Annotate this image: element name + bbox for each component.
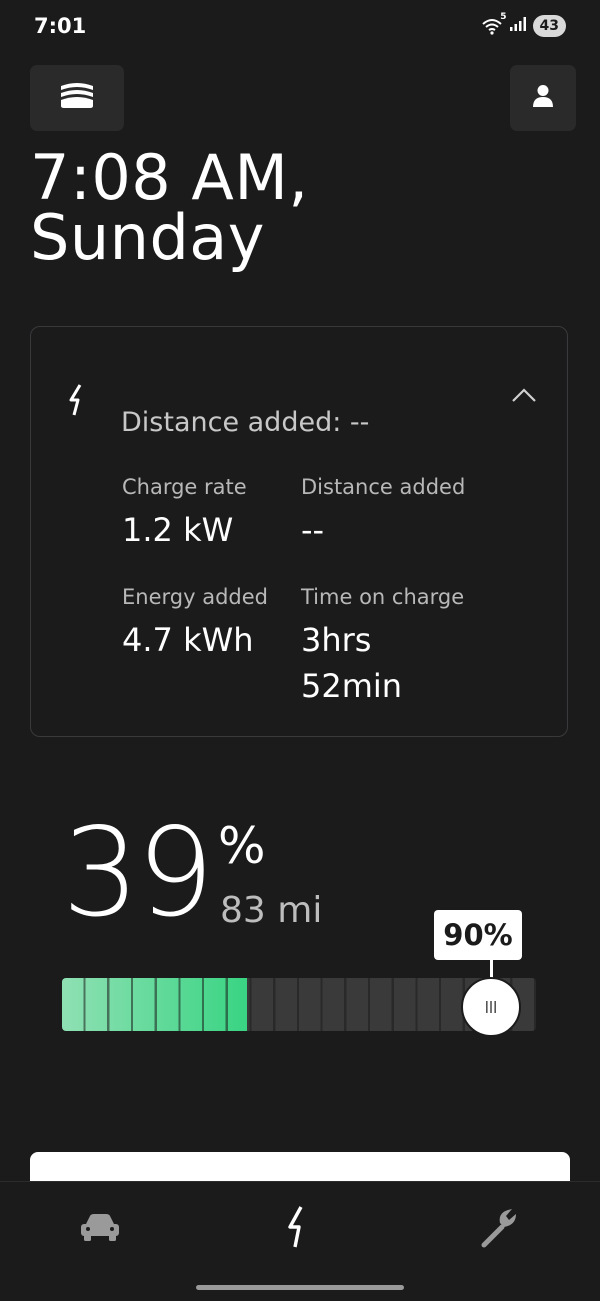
cellular-signal-icon — [509, 16, 527, 36]
wifi-badge: 5 — [500, 12, 507, 22]
lightning-bolt-icon — [67, 383, 93, 421]
tab-charging[interactable] — [270, 1204, 330, 1254]
charge-rate-value: 1.2 kW — [122, 511, 234, 549]
time-on-charge-minutes: 52min — [301, 667, 403, 705]
distance-added-summary: Distance added: -- — [121, 407, 370, 438]
time-on-charge-metric: Time on charge 3hrs 52min — [301, 583, 521, 709]
status-time: 7:01 — [34, 14, 87, 38]
distance-added-label: Distance added — [301, 475, 466, 499]
distance-added-metric: Distance added -- — [301, 473, 465, 553]
charge-limit-slider-handle[interactable] — [461, 977, 521, 1037]
headline-time: 7:08 AM, — [30, 141, 309, 214]
status-bar: 7:01 5 43 — [0, 0, 600, 56]
car-icon — [78, 1212, 122, 1246]
wifi-icon: 5 — [481, 12, 507, 35]
time-on-charge-hours: 3hrs — [301, 621, 372, 659]
battery-percent: 39 — [62, 802, 214, 944]
percent-sign: % — [218, 817, 266, 875]
grip-lines-icon — [484, 998, 498, 1017]
profile-button[interactable] — [510, 65, 576, 131]
page-title: 7:08 AM, Sunday — [30, 140, 309, 274]
bottom-tab-bar — [0, 1181, 600, 1301]
person-icon — [532, 84, 554, 112]
charge-limit-label: 90% — [434, 910, 522, 960]
time-on-charge-label: Time on charge — [301, 585, 465, 609]
vehicle-stack-icon — [57, 80, 97, 116]
energy-added-label: Energy added — [122, 585, 268, 609]
lightning-bolt-icon — [285, 1205, 315, 1253]
vehicle-menu-button[interactable] — [30, 65, 124, 131]
tab-service[interactable] — [470, 1204, 530, 1254]
wrench-icon — [478, 1205, 522, 1253]
tab-vehicle[interactable] — [70, 1204, 130, 1254]
home-indicator[interactable] — [196, 1285, 404, 1290]
distance-added-value: -- — [301, 511, 325, 549]
charge-rate-metric: Charge rate 1.2 kW — [122, 473, 247, 553]
charging-details-card: Distance added: -- Charge rate 1.2 kW Di… — [30, 326, 568, 737]
range-estimate: 83 mi — [220, 890, 323, 931]
time-on-charge-value: 3hrs 52min — [301, 617, 521, 709]
charge-rate-label: Charge rate — [122, 475, 247, 499]
energy-added-metric: Energy added 4.7 kWh — [122, 583, 268, 663]
energy-added-value: 4.7 kWh — [122, 621, 254, 659]
chevron-up-icon[interactable] — [511, 387, 537, 407]
status-icons: 5 43 — [481, 12, 566, 37]
battery-level: 43 — [532, 15, 566, 37]
